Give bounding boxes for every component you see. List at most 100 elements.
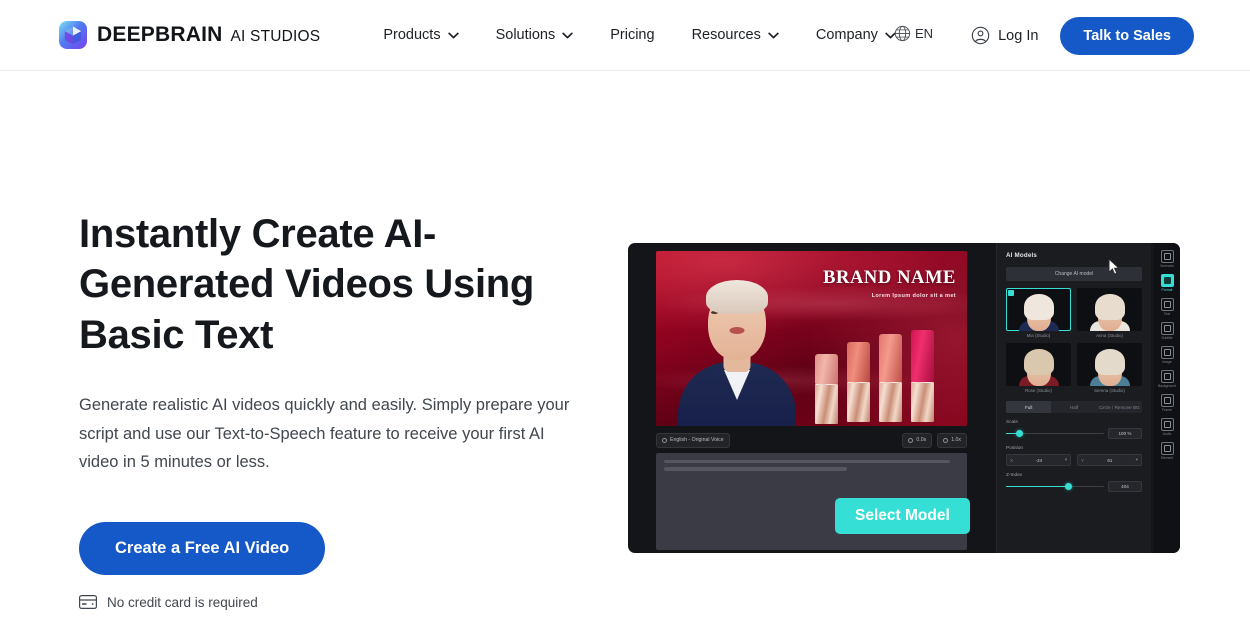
subtitle-icon (1160, 322, 1174, 335)
nav-item-pricing[interactable]: Pricing (608, 21, 656, 49)
rail-item-portrait[interactable]: Portrait (1155, 272, 1179, 293)
segment-full[interactable]: Full (1006, 401, 1052, 413)
position-x-field[interactable]: X -24 ▾ (1006, 454, 1071, 466)
editor-tool-rail: Scenario Portrait Text Subtitle Image Ba… (1154, 243, 1180, 553)
chevron-down-icon (768, 32, 779, 38)
nav-label-company: Company (815, 27, 878, 43)
model-thumbnail (1006, 288, 1071, 331)
rail-item-audio[interactable]: Audio (1155, 416, 1179, 437)
clock-icon (908, 437, 914, 443)
position-x-value: -24 (1035, 457, 1043, 463)
lipstick-1 (815, 354, 838, 426)
frame-icon (1160, 394, 1174, 407)
nav-label-pricing: Pricing (610, 27, 655, 43)
stage-brand-subtitle: Lorem Ipsum dolor sit a met (871, 292, 956, 299)
speed-icon (943, 437, 949, 443)
position-label: Position (1006, 446, 1024, 451)
scenario-icon (1160, 250, 1174, 263)
rail-label: Audio (1162, 432, 1172, 436)
chevron-down-icon (562, 32, 573, 38)
stage-brand-text: BRAND NAME Lorem Ipsum dolor sit a met (823, 269, 956, 299)
duration-chip-label: 0.0s (916, 437, 927, 443)
create-free-ai-video-button[interactable]: Create a Free AI Video (79, 521, 326, 575)
model-name: Serena (Studio) (1094, 388, 1125, 393)
position-y-stepper-icon: ▾ (1135, 457, 1138, 462)
voice-chip-label: English - Original Voice (670, 437, 724, 443)
language-selector[interactable]: EN (894, 25, 933, 42)
model-grid: Mia (Studio) Anna (Studio) Rose (Studio) (1006, 288, 1142, 393)
zindex-control: 404 (1006, 481, 1142, 492)
talk-to-sales-button[interactable]: Talk to Sales (1060, 16, 1194, 55)
editor-canvas-area: BRAND NAME Lorem Ipsum dolor sit a met E… (628, 243, 996, 553)
lipstick-3 (879, 334, 902, 426)
rail-label: Text (1163, 312, 1171, 316)
model-thumbnail (1077, 343, 1142, 386)
selected-check-icon (1008, 290, 1014, 296)
rail-label: Image (1162, 360, 1172, 364)
no-credit-card-label: No credit card is required (107, 594, 258, 610)
login-label: Log In (998, 27, 1039, 44)
portrait-icon (1160, 274, 1174, 287)
model-cell[interactable]: Anna (Studio) (1077, 288, 1142, 338)
nav-item-products[interactable]: Products (381, 21, 460, 49)
image-icon (1160, 346, 1174, 359)
rail-item-background[interactable]: Background (1155, 368, 1179, 389)
language-label: EN (915, 26, 934, 41)
segment-half[interactable]: Half (1051, 401, 1096, 413)
lipstick-2 (847, 342, 870, 426)
brand-name: DEEPBRAIN (97, 23, 223, 46)
background-icon (1160, 370, 1174, 383)
zindex-label: Z-Index (1006, 473, 1023, 478)
hero-copy: Instantly Create AI-Generated Videos Usi… (79, 71, 609, 610)
position-control: X -24 ▾ Y 61 ▾ (1006, 454, 1142, 466)
rail-label: Portrait (1161, 288, 1173, 292)
position-y-field[interactable]: Y 61 ▾ (1077, 454, 1142, 466)
model-thumbnail (1077, 288, 1142, 331)
login-link[interactable]: Log In (971, 26, 1038, 45)
rail-label: Frame (1162, 408, 1172, 412)
ai-presenter-avatar (678, 258, 796, 426)
nav-item-resources[interactable]: Resources (690, 21, 781, 49)
scale-control: 100 % (1006, 428, 1142, 439)
panel-title: AI Models (1006, 252, 1038, 259)
rail-label: Scenario (1160, 264, 1174, 268)
scale-value[interactable]: 100 % (1108, 428, 1142, 439)
model-cell[interactable]: Mia (Studio) (1006, 288, 1071, 338)
position-x-stepper-icon: ▾ (1064, 457, 1067, 462)
scale-slider[interactable] (1006, 429, 1104, 439)
rail-item-frame[interactable]: Frame (1155, 392, 1179, 413)
rail-item-subtitle[interactable]: Subtitle (1155, 320, 1179, 341)
voice-icon (662, 437, 667, 443)
crop-mode-segmented-control: Full Half Circle / Remove BG (1006, 401, 1142, 413)
change-ai-model-button[interactable]: Change AI model (1006, 267, 1142, 281)
element-icon (1160, 442, 1174, 455)
voice-chip[interactable]: English - Original Voice (656, 432, 730, 448)
duration-chip[interactable]: 0.0s (902, 432, 933, 448)
position-x-axis-label: X (1010, 457, 1014, 463)
speed-chip[interactable]: 1.0x (937, 432, 967, 448)
rail-label: Element (1160, 456, 1174, 460)
hero-subtext: Generate realistic AI videos quickly and… (79, 396, 570, 472)
nav-label-solutions: Solutions (495, 27, 556, 43)
zindex-value[interactable]: 404 (1108, 481, 1142, 492)
segment-circle[interactable]: Circle / Remove BG (1097, 401, 1142, 413)
nav-item-solutions[interactable]: Solutions (494, 21, 576, 49)
rail-item-element[interactable]: Element (1155, 440, 1179, 461)
video-stage[interactable]: BRAND NAME Lorem Ipsum dolor sit a met (656, 251, 967, 426)
nav-label-products: Products (383, 27, 441, 43)
position-y-axis-label: Y (1081, 457, 1085, 463)
audio-icon (1160, 418, 1174, 431)
rail-item-text[interactable]: Text (1155, 296, 1179, 317)
select-model-button[interactable]: Select Model (835, 498, 970, 534)
chevron-down-icon (447, 32, 459, 38)
stage-toolbar: English - Original Voice 0.0s 1.0x (656, 429, 967, 451)
nav-item-company[interactable]: Company (814, 21, 898, 49)
zindex-slider[interactable] (1006, 482, 1104, 492)
model-cell[interactable]: Rose (Studio) (1006, 343, 1071, 393)
rail-item-scenario[interactable]: Scenario (1155, 248, 1179, 269)
user-circle-icon (971, 26, 990, 45)
mouse-cursor (1108, 258, 1121, 275)
model-cell[interactable]: Serena (Studio) (1077, 343, 1142, 393)
rail-item-image[interactable]: Image (1155, 344, 1179, 365)
brand-logo-link[interactable]: DEEPBRAIN AI STUDIOS (59, 21, 320, 49)
